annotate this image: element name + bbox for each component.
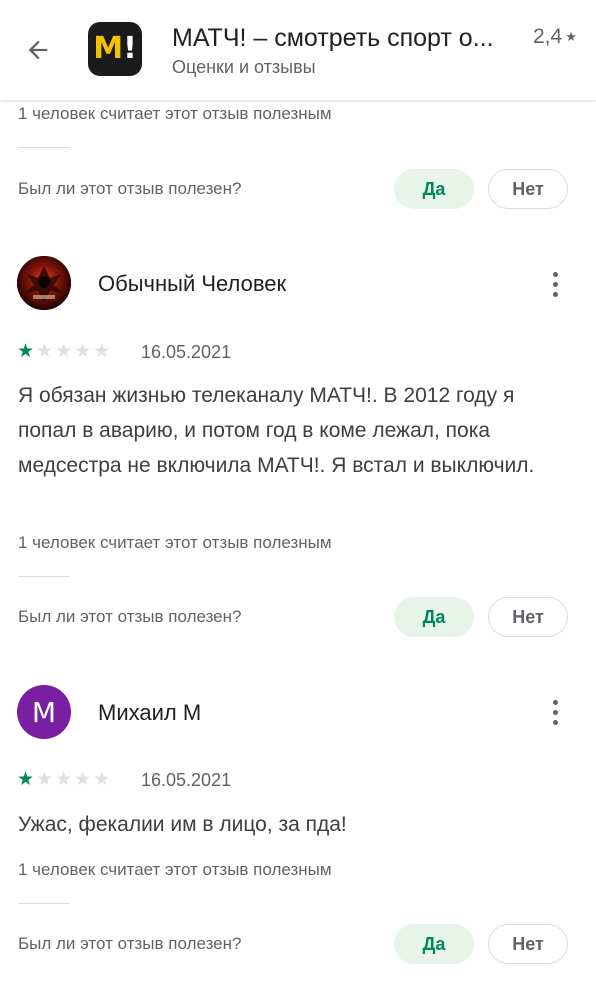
star-filled-icon: ★ xyxy=(17,769,35,790)
divider xyxy=(18,147,70,148)
review-text: Я обязан жизнью телеканалу МАТЧ!. В 2012… xyxy=(18,384,535,477)
star-empty-icon: ★ xyxy=(36,769,54,790)
star-empty-icon: ★ xyxy=(55,341,73,362)
helpful-yes-button[interactable]: Да xyxy=(394,597,474,637)
avatar-letter: M xyxy=(31,695,57,729)
review-date: 16.05.2021 xyxy=(141,342,232,362)
more-vert-icon xyxy=(552,699,558,705)
helpful-count: 1 человек считает этот отзыв полезным xyxy=(18,533,332,552)
star-rating: ★ ★ ★ ★ ★ xyxy=(17,342,110,362)
arrow-back-icon xyxy=(28,40,48,60)
helpful-question: Был ли этот отзыв полезен? xyxy=(18,934,242,953)
app-logo[interactable]: M! xyxy=(88,22,142,76)
star-empty-icon: ★ xyxy=(93,769,111,790)
more-options-button[interactable] xyxy=(540,692,570,732)
review-date: 16.05.2021 xyxy=(141,770,232,790)
star-empty-icon: ★ xyxy=(74,769,92,790)
star-filled-icon: ★ xyxy=(17,341,35,362)
helpful-no-button[interactable]: Нет xyxy=(488,169,568,209)
helpful-yes-button[interactable]: Да xyxy=(394,924,474,964)
star-icon: ★ xyxy=(565,29,577,44)
more-vert-icon-dot xyxy=(552,709,558,715)
app-logo-mark: ! xyxy=(123,31,137,66)
star-empty-icon: ★ xyxy=(74,341,92,362)
helpful-yes-button[interactable]: Да xyxy=(394,169,474,209)
star-empty-icon: ★ xyxy=(93,341,111,362)
divider xyxy=(18,903,70,904)
more-vert-icon-dot xyxy=(552,281,558,287)
avatar[interactable] xyxy=(17,256,71,310)
helpful-count: 1 человек считает этот отзыв полезным xyxy=(18,104,332,123)
reviews-page: M! МАТЧ! – смотреть спорт о... 2,4 ★ Оце… xyxy=(0,0,596,1000)
avatar-image xyxy=(17,256,71,310)
reviewer-name: Михаил М xyxy=(98,700,202,725)
page-subtitle: Оценки и отзывы xyxy=(172,57,316,77)
helpful-no-button[interactable]: Нет xyxy=(488,924,568,964)
more-options-button[interactable] xyxy=(540,264,570,304)
back-button[interactable] xyxy=(18,28,58,72)
app-rating: 2,4 ★ xyxy=(533,25,577,49)
helpful-count: 1 человек считает этот отзыв полезным xyxy=(18,860,332,879)
more-vert-icon xyxy=(552,271,558,277)
star-empty-icon: ★ xyxy=(55,769,73,790)
helpful-question: Был ли этот отзыв полезен? xyxy=(18,179,242,198)
star-empty-icon: ★ xyxy=(36,341,54,362)
more-vert-icon-dot xyxy=(552,291,558,297)
more-vert-icon-dot xyxy=(552,719,558,725)
reviewer-name: Обычный Человек xyxy=(98,271,287,296)
divider xyxy=(18,576,70,577)
avatar[interactable]: M xyxy=(17,685,71,739)
star-rating: ★ ★ ★ ★ ★ xyxy=(17,770,110,790)
app-rating-value: 2,4 xyxy=(533,25,563,48)
app-header: M! МАТЧ! – смотреть спорт о... 2,4 ★ Оце… xyxy=(0,0,596,100)
app-title[interactable]: МАТЧ! – смотреть спорт о... xyxy=(172,22,524,54)
helpful-no-button[interactable]: Нет xyxy=(488,597,568,637)
helpful-question: Был ли этот отзыв полезен? xyxy=(18,607,242,626)
app-logo-letter: M xyxy=(93,31,123,66)
review-text: Ужас, фекалии им в лицо, за пда! xyxy=(18,813,347,836)
